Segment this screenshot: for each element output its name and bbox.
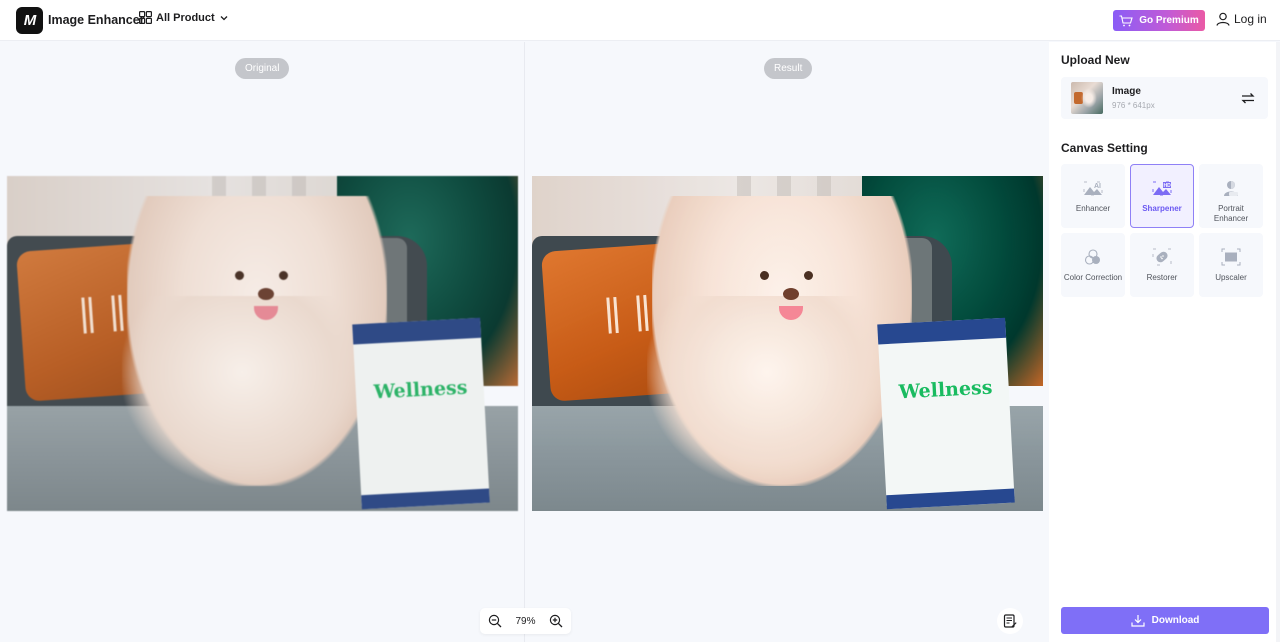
user-icon [1216, 12, 1230, 26]
tool-label: Enhancer [1075, 204, 1111, 213]
zoom-in-icon[interactable] [549, 614, 563, 628]
sidebar-scrollbar[interactable] [1276, 42, 1280, 642]
feedback-button[interactable] [997, 608, 1023, 634]
portrait-icon [1224, 181, 1238, 196]
tool-portrait-enhancer[interactable]: Portrait Enhancer [1199, 164, 1263, 228]
bag-text: Wellness [373, 376, 468, 404]
tool-label: Color Correction [1063, 273, 1123, 282]
compare-divider[interactable] [524, 42, 525, 642]
image-thumbnail [1071, 82, 1103, 114]
result-label: Result [764, 58, 813, 79]
image-name: Image [1112, 86, 1141, 97]
tool-label: Portrait Enhancer [1213, 204, 1249, 223]
all-product-label: All Product [156, 11, 215, 24]
grid-icon [139, 11, 152, 24]
go-premium-button[interactable]: Go Premium [1113, 10, 1205, 31]
tool-color-correction[interactable]: Color Correction [1061, 233, 1125, 297]
canvas-setting-title: Canvas Setting [1061, 141, 1148, 155]
bandage-icon [1152, 248, 1172, 266]
top-bar: M Image Enhancer All Product Go Premium … [0, 0, 1280, 41]
tool-label: Restorer [1146, 273, 1178, 282]
replace-image-icon[interactable] [1240, 90, 1256, 106]
note-edit-icon [1003, 614, 1017, 628]
svg-text:HD: HD [1164, 183, 1172, 189]
tool-grid: AI Enhancer HD Sharpener Portrait Enhanc… [1061, 164, 1264, 297]
ai-image-icon: AI [1083, 181, 1103, 196]
download-icon [1131, 615, 1145, 627]
original-image: Wellness [7, 176, 518, 511]
zoom-control: 79% [480, 608, 571, 634]
login-label: Log in [1234, 12, 1267, 26]
bag-text: Wellness [898, 376, 993, 404]
go-premium-label: Go Premium [1139, 15, 1199, 26]
tool-label: Upscaler [1215, 273, 1247, 282]
image-dimensions: 976 * 641px [1112, 101, 1155, 110]
settings-panel: Upload New Image 976 * 641px Canvas Sett… [1049, 42, 1280, 642]
tool-enhancer[interactable]: AI Enhancer [1061, 164, 1125, 228]
download-label: Download [1151, 615, 1200, 626]
app-title: Image Enhancer [48, 13, 145, 27]
upscale-icon [1221, 248, 1241, 266]
comparison-canvas: Original Result Wellness Wellness 79% [0, 42, 1049, 642]
svg-text:AI: AI [1094, 183, 1101, 190]
app-logo[interactable]: M [16, 7, 43, 34]
all-product-menu[interactable]: All Product [139, 11, 229, 24]
tool-upscaler[interactable]: Upscaler [1199, 233, 1263, 297]
original-label: Original [235, 58, 290, 79]
upload-new-title: Upload New [1061, 53, 1130, 67]
login-button[interactable]: Log in [1216, 12, 1267, 26]
tool-label: Sharpener [1142, 204, 1182, 213]
uploaded-image-card: Image 976 * 641px [1061, 77, 1268, 119]
chevron-down-icon [220, 15, 228, 20]
tool-restorer[interactable]: Restorer [1130, 233, 1194, 297]
color-circles-icon [1084, 249, 1100, 265]
result-image: Wellness [532, 176, 1043, 511]
hd-image-icon: HD [1152, 181, 1172, 196]
zoom-value: 79% [515, 615, 536, 627]
zoom-out-icon[interactable] [488, 614, 502, 628]
tool-sharpener[interactable]: HD Sharpener [1130, 164, 1194, 228]
cart-icon [1119, 14, 1134, 26]
download-button[interactable]: Download [1061, 607, 1269, 634]
